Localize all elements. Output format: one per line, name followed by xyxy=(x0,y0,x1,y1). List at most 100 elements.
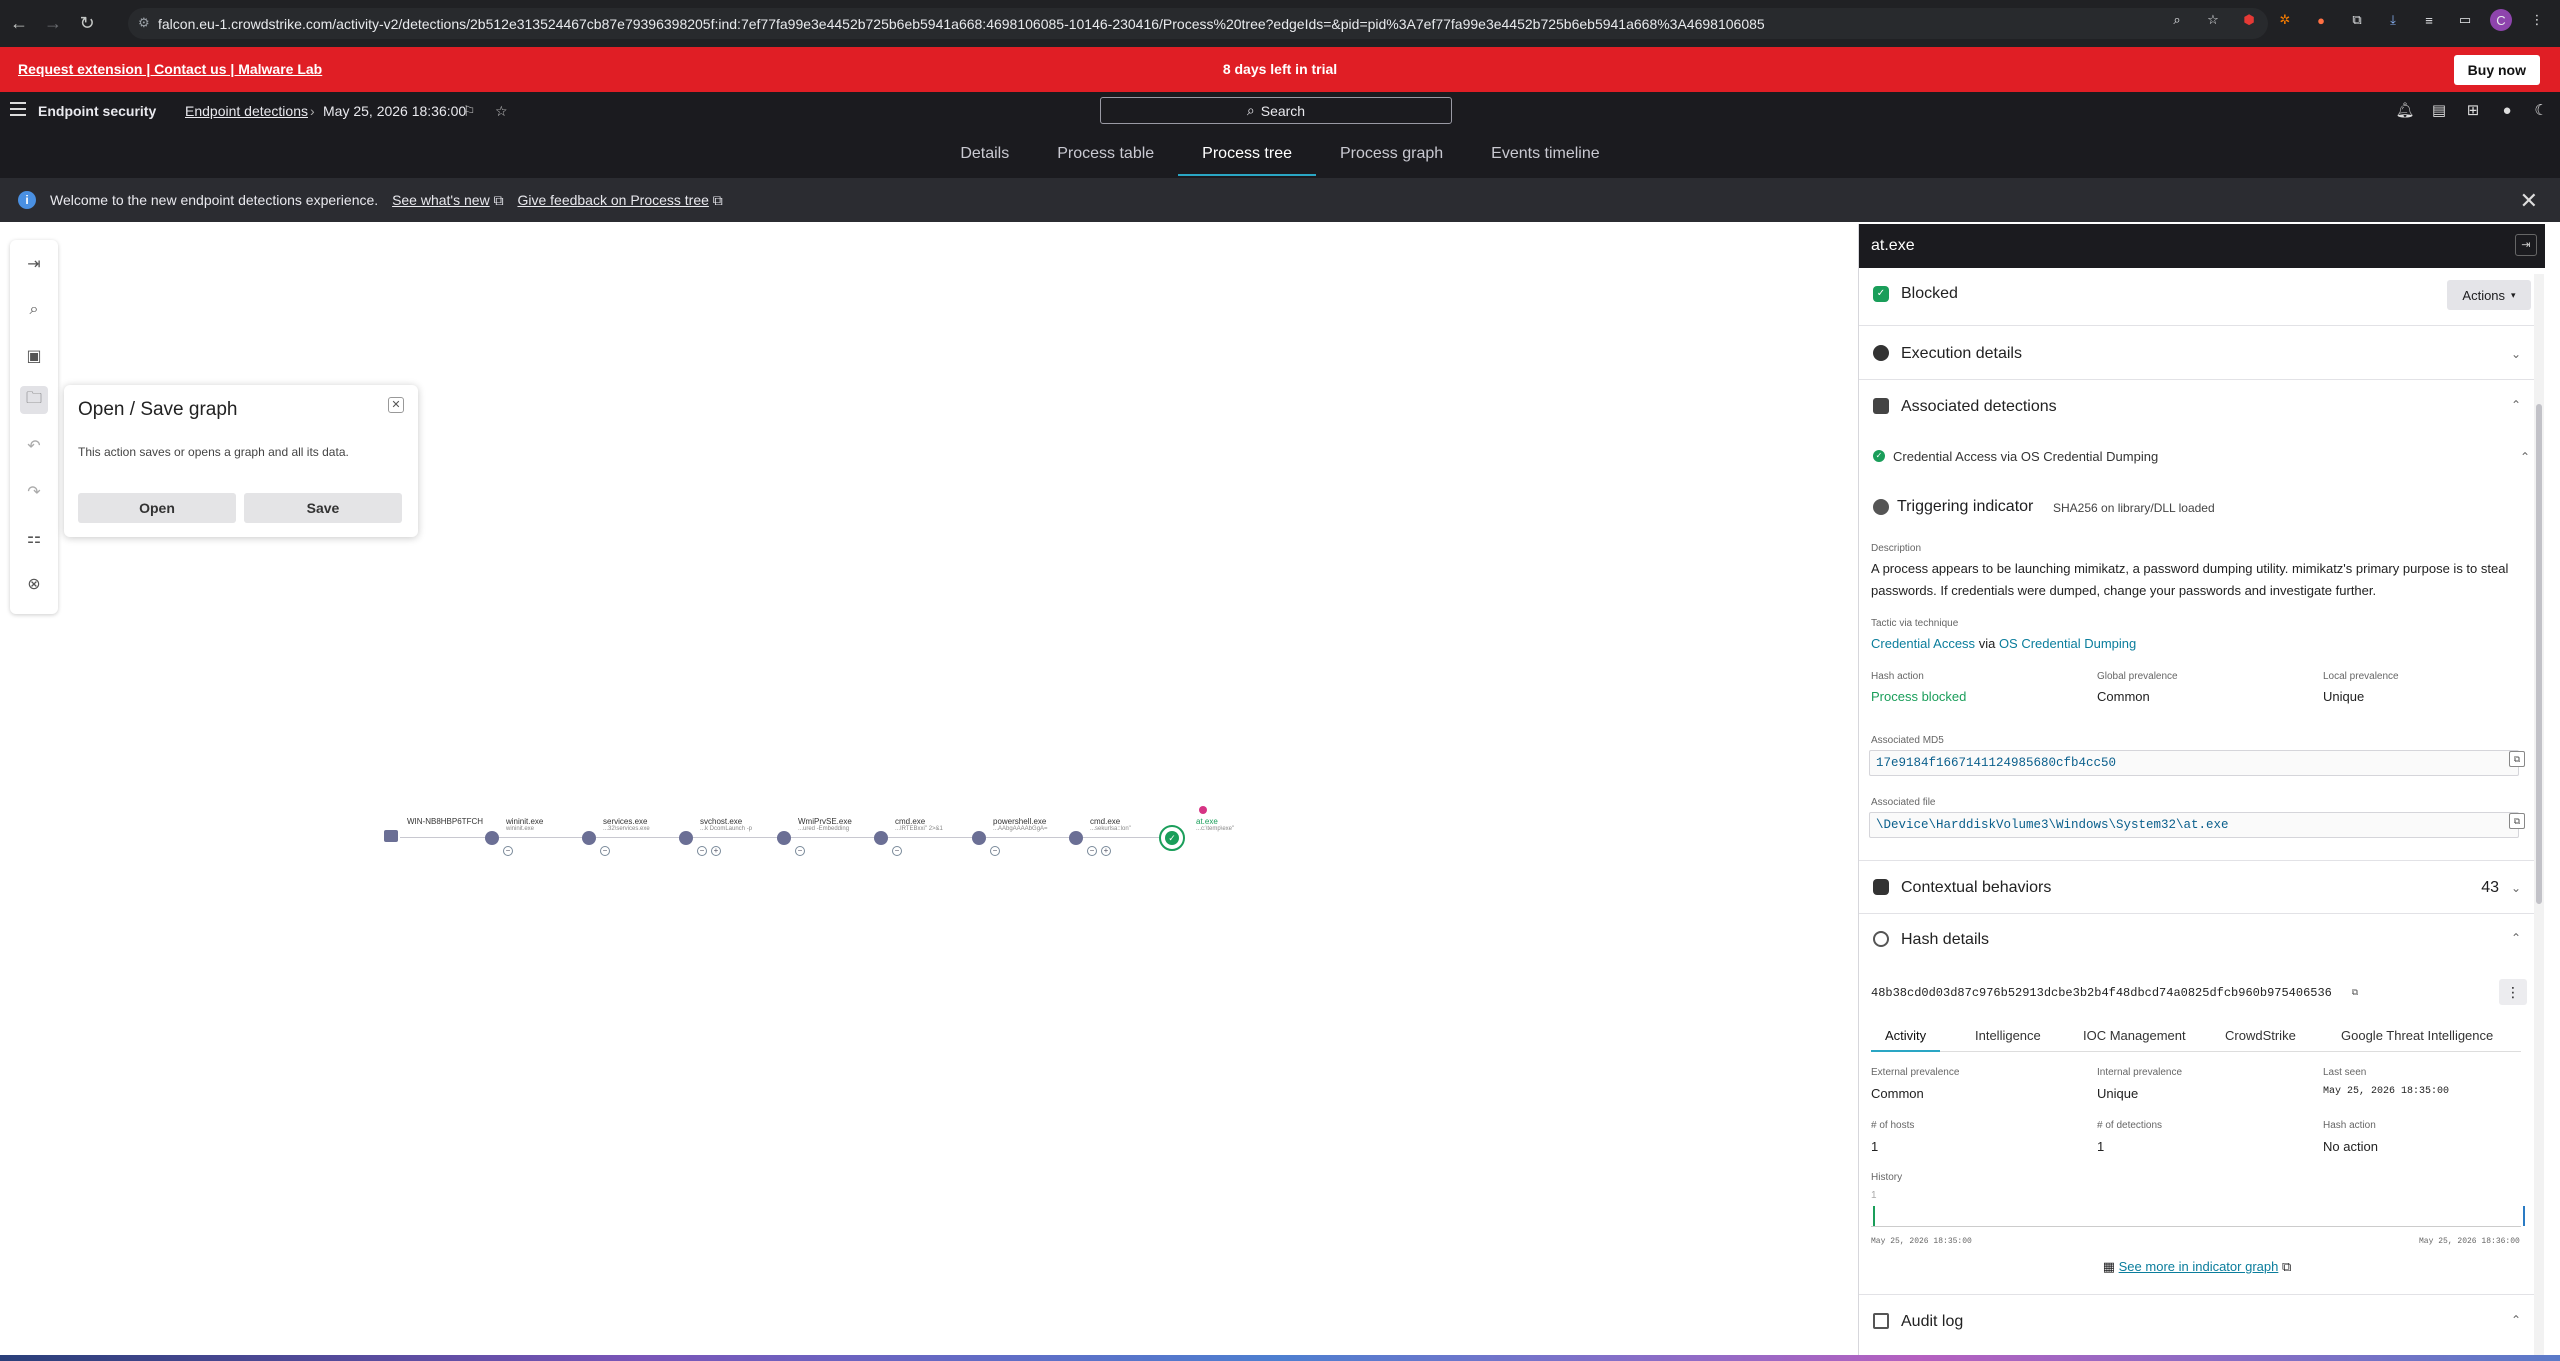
scrollbar-thumb[interactable] xyxy=(2536,404,2542,904)
graph-node[interactable] xyxy=(1069,831,1083,845)
subtab-intelligence[interactable]: Intelligence xyxy=(1975,1028,2041,1043)
notifications-icon[interactable]: 🔔︎ xyxy=(2395,101,2414,119)
reload-icon[interactable]: ↻ xyxy=(72,9,102,39)
host-computer-icon[interactable] xyxy=(384,830,398,842)
bookmark-icon[interactable]: ⚐ xyxy=(463,103,476,120)
collapse-icon[interactable]: − xyxy=(1087,846,1097,856)
messages-icon[interactable]: ▤ xyxy=(2430,101,2448,119)
audit-log-section[interactable]: Audit log ⌃ xyxy=(1859,1294,2535,1346)
tab-process-tree[interactable]: Process tree xyxy=(1178,130,1316,178)
graph-node[interactable] xyxy=(777,831,791,845)
collapse-icon[interactable]: − xyxy=(697,846,707,856)
global-search[interactable]: ⌕ Search xyxy=(1100,97,1452,124)
collapse-icon[interactable]: − xyxy=(892,846,902,856)
chevron-up-icon[interactable]: ⌃ xyxy=(2511,931,2521,945)
copy-icon[interactable]: ⧉ xyxy=(2509,751,2525,767)
execution-details-section[interactable]: Execution details ⌄ xyxy=(1859,326,2535,380)
see-more-link[interactable]: See more in indicator graph xyxy=(2119,1259,2279,1274)
tab-process-table[interactable]: Process table xyxy=(1033,130,1178,178)
chevron-down-icon[interactable]: ⌄ xyxy=(2511,347,2521,361)
history-bar[interactable] xyxy=(1873,1206,1875,1226)
more-options-icon[interactable]: ⋮ xyxy=(2499,979,2527,1005)
bookmark-star-icon[interactable]: ☆ xyxy=(2202,9,2224,31)
actions-button[interactable]: Actions ▾ xyxy=(2447,280,2531,310)
back-icon[interactable]: ← xyxy=(4,9,34,39)
chevron-up-icon[interactable]: ⌃ xyxy=(2511,398,2521,412)
chevron-up-icon[interactable]: ⌃ xyxy=(2511,1313,2521,1327)
folder-icon[interactable]: 🗀︎ xyxy=(20,386,48,414)
export-icon[interactable]: ⇥ xyxy=(20,250,48,278)
collapse-icon[interactable]: − xyxy=(503,846,513,856)
user-icon[interactable]: ● xyxy=(2498,101,2516,119)
graph-node[interactable] xyxy=(972,831,986,845)
see-whats-new-link[interactable]: See what's new xyxy=(392,192,490,208)
menu-icon[interactable] xyxy=(10,102,26,116)
zoom-icon[interactable]: ⌕ xyxy=(2166,9,2188,31)
search-icon[interactable]: ⌕ xyxy=(20,296,48,324)
extension-fox-icon[interactable]: ● xyxy=(2310,9,2332,31)
file-field[interactable]: \Device\HarddiskVolume3\Windows\System32… xyxy=(1869,812,2519,838)
graph-node[interactable] xyxy=(874,831,888,845)
graph-node[interactable] xyxy=(679,831,693,845)
forward-icon[interactable]: → xyxy=(38,9,68,39)
extensions-puzzle-icon[interactable]: ⧉ xyxy=(2346,9,2368,31)
open-button[interactable]: Open xyxy=(78,493,236,523)
collapse-icon[interactable]: − xyxy=(795,846,805,856)
hash-details-section[interactable]: Hash details ⌃ xyxy=(1859,914,2535,966)
tab-details[interactable]: Details xyxy=(936,130,1033,178)
image-icon[interactable]: ▣ xyxy=(20,342,48,370)
subtab-crowdstrike[interactable]: CrowdStrike xyxy=(2225,1028,2296,1043)
internal-prevalence-value: Unique xyxy=(2097,1086,2139,1101)
chevron-up-icon[interactable]: ⌃ xyxy=(2520,450,2530,464)
undo-icon[interactable]: ↶ xyxy=(20,432,48,460)
tab-process-graph[interactable]: Process graph xyxy=(1316,130,1467,178)
contextual-behaviors-section[interactable]: Contextual behaviors 43 ⌄ xyxy=(1859,860,2535,914)
tab-events-timeline[interactable]: Events timeline xyxy=(1467,130,1624,178)
technique-link[interactable]: OS Credential Dumping xyxy=(1999,636,2136,651)
subtab-google-threat-intelligence[interactable]: Google Threat Intelligence xyxy=(2341,1028,2493,1043)
browser-menu-icon[interactable]: ⋮ xyxy=(2526,9,2548,31)
expand-icon[interactable]: + xyxy=(1101,846,1111,856)
redo-icon[interactable]: ↷ xyxy=(20,478,48,506)
extension-orange-icon[interactable]: ✲ xyxy=(2274,9,2296,31)
graph-node[interactable] xyxy=(485,831,499,845)
profile-avatar[interactable]: C xyxy=(2490,9,2512,31)
md5-field[interactable]: 17e9184f1667141124985680cfb4cc50 xyxy=(1869,750,2519,776)
collapse-icon[interactable]: − xyxy=(990,846,1000,856)
address-bar[interactable]: ⚙ falcon.eu-1.crowdstrike.com/activity-v… xyxy=(128,8,2268,39)
close-icon[interactable]: ✕ xyxy=(388,397,404,413)
clear-icon[interactable]: ⊗ xyxy=(20,570,48,598)
blocked-node[interactable]: ✓ xyxy=(1159,825,1185,851)
buy-now-button[interactable]: Buy now xyxy=(2453,55,2540,85)
close-icon[interactable]: ✕ xyxy=(2520,188,2538,214)
status-section: ✓ Blocked Actions ▾ xyxy=(1859,268,2535,326)
history-bar[interactable] xyxy=(2523,1206,2525,1226)
theme-moon-icon[interactable]: ☾ xyxy=(2532,101,2550,119)
subtab-activity[interactable]: Activity xyxy=(1871,1028,1941,1052)
breadcrumb-link[interactable]: Endpoint detections xyxy=(185,103,308,119)
collapse-icon[interactable]: − xyxy=(600,846,610,856)
copy-icon[interactable]: ⧉ xyxy=(2509,813,2525,829)
tactic-link[interactable]: Credential Access xyxy=(1871,636,1975,651)
graph-node[interactable] xyxy=(582,831,596,845)
collapse-panel-icon[interactable]: ⇥ xyxy=(2515,234,2537,256)
chevron-down-icon[interactable]: ⌄ xyxy=(2511,881,2521,895)
expand-icon[interactable]: + xyxy=(711,846,721,856)
apps-icon[interactable]: ⊞ xyxy=(2464,101,2482,119)
trial-banner: Request extension | Contact us | Malware… xyxy=(0,47,2560,92)
favorite-star-icon[interactable]: ☆ xyxy=(495,103,508,120)
extension-red-icon[interactable]: ⬢ xyxy=(2238,9,2260,31)
site-info-icon[interactable]: ⚙ xyxy=(138,15,152,31)
detection-name[interactable]: Credential Access via OS Credential Dump… xyxy=(1893,449,2158,464)
panel-scrollbar[interactable] xyxy=(2534,274,2544,1361)
subtab-ioc-management[interactable]: IOC Management xyxy=(2083,1028,2186,1043)
media-icon[interactable]: ≡ xyxy=(2418,9,2440,31)
copy-icon[interactable]: ⧉ xyxy=(2347,985,2363,1001)
give-feedback-link[interactable]: Give feedback on Process tree xyxy=(517,192,708,208)
layout-icon[interactable]: ⚏ xyxy=(20,524,48,552)
download-icon[interactable]: ⤓ xyxy=(2382,9,2404,31)
associated-detections-section[interactable]: Associated detections ⌃ xyxy=(1859,380,2535,432)
sidebar-icon[interactable]: ▭ xyxy=(2454,9,2476,31)
internal-prevalence-label: Internal prevalence xyxy=(2097,1067,2183,1078)
save-button[interactable]: Save xyxy=(244,493,402,523)
